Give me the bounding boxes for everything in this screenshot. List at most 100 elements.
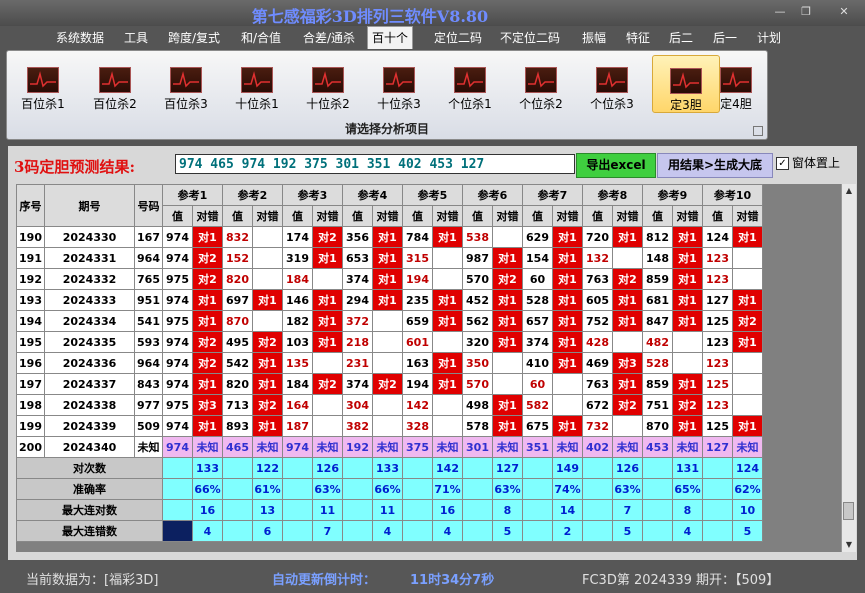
menu-item[interactable]: 百十个 xyxy=(367,26,414,49)
prediction-result-field[interactable]: 974 465 974 192 375 301 351 402 453 127 xyxy=(175,154,575,174)
table-row[interactable]: 195 2024335 593 974 对2 495 对2 103 对1 218 601 320 对1 3… xyxy=(16,331,763,353)
menu-item[interactable]: 后二 xyxy=(669,29,693,46)
table-row[interactable]: 197 2024337 843 974 对1 820 对1 184 对2 374 对2 194 对1 57… xyxy=(16,373,763,395)
col-header-ref[interactable]: 参考5 xyxy=(402,184,463,206)
col-header-ref[interactable]: 参考9 xyxy=(642,184,703,206)
ref-check: 对1 xyxy=(672,289,703,311)
stat-value: 6 xyxy=(252,520,283,542)
ref-value: 356 xyxy=(342,226,373,248)
ribbon-button[interactable]: 十位杀1 xyxy=(224,55,290,111)
col-header-ref[interactable]: 参考1 xyxy=(162,184,223,206)
ribbon-button-label: 百位杀2 xyxy=(93,97,137,111)
ref-value: 974 xyxy=(162,436,193,458)
col-header-ref[interactable]: 参考7 xyxy=(522,184,583,206)
ref-value: 675 xyxy=(522,415,553,437)
ref-check: 对1 xyxy=(552,268,583,290)
menu-item[interactable]: 后一 xyxy=(713,29,737,46)
ribbon-expand-icon[interactable] xyxy=(753,126,763,136)
maximize-button[interactable]: ❐ xyxy=(796,4,816,20)
ribbon-button[interactable]: 定4胆 xyxy=(712,55,760,111)
ribbon-button[interactable]: 百位杀3 xyxy=(153,55,219,111)
ribbon-button[interactable]: 个位杀1 xyxy=(437,55,503,111)
menu-item[interactable]: 计划 xyxy=(757,29,781,46)
menu-item[interactable]: 振幅 xyxy=(582,29,606,46)
table-row[interactable]: 199 2024339 509 974 对1 893 对1 187 382 328 578 对1 675… xyxy=(16,415,763,437)
menu-item[interactable]: 定位二码 xyxy=(434,29,482,46)
ribbon-button-label: 个位杀3 xyxy=(590,97,634,111)
stat-value: 65% xyxy=(672,478,703,500)
minimize-button[interactable]: — xyxy=(770,4,790,20)
ref-check: 对2 xyxy=(372,373,403,395)
ref-check xyxy=(252,226,283,248)
menu-item[interactable]: 工具 xyxy=(124,29,148,46)
table-row[interactable]: 193 2024333 951 974 对1 697 对1 146 对1 294 对1 235 对1 45… xyxy=(16,289,763,311)
ref-value: 732 xyxy=(582,415,613,437)
status-bar: 当前数据为：[福彩3D] 自动更新倒计时： 11时34分7秒 FC3D第 202… xyxy=(0,560,865,593)
ref-check: 对2 xyxy=(192,352,223,374)
ref-value: 482 xyxy=(642,331,673,353)
ribbon-button[interactable]: 百位杀2 xyxy=(82,55,148,111)
menu-item[interactable]: 系统数据 xyxy=(56,29,104,46)
menu-item[interactable]: 合差/通杀 xyxy=(303,29,355,46)
ref-value: 154 xyxy=(522,247,553,269)
ribbon-button[interactable]: 个位杀2 xyxy=(508,55,574,111)
scroll-thumb[interactable] xyxy=(843,502,854,520)
menu-item[interactable]: 跨度/复式 xyxy=(168,29,220,46)
col-header-period[interactable]: 期号 xyxy=(44,184,135,227)
ref-value: 125 xyxy=(702,310,733,332)
ribbon-button[interactable]: 个位杀3 xyxy=(579,55,645,111)
export-excel-button[interactable]: 导出excel xyxy=(576,153,656,178)
stat-spacer xyxy=(222,478,253,500)
subheader-value: 值 xyxy=(162,205,193,227)
ref-check: 对1 xyxy=(432,373,463,395)
ref-check xyxy=(432,247,463,269)
subheader-check: 对错 xyxy=(312,205,343,227)
ribbon-button[interactable]: 十位杀3 xyxy=(366,55,432,111)
ribbon-button[interactable]: 十位杀2 xyxy=(295,55,361,111)
ref-value: 672 xyxy=(582,394,613,416)
ribbon-button[interactable]: 定3胆 xyxy=(652,55,720,113)
col-header-seq[interactable]: 序号 xyxy=(16,184,45,227)
window-ontop-checkbox[interactable]: ✓ 窗体置上 xyxy=(776,154,840,171)
table-row[interactable]: 192 2024332 765 975 对2 820 184 374 对1 194 570 对2 60 对… xyxy=(16,268,763,290)
col-header-ref[interactable]: 参考6 xyxy=(462,184,523,206)
ontop-label: 窗体置上 xyxy=(792,156,841,170)
col-header-ref[interactable]: 参考2 xyxy=(222,184,283,206)
table-row[interactable]: 194 2024334 541 975 对1 870 182 对1 372 659 对1 562 对1 6… xyxy=(16,310,763,332)
ref-value: 184 xyxy=(282,268,313,290)
menu-item[interactable]: 和/合值 xyxy=(241,29,281,46)
prediction-row[interactable]: 200 2024340 未知 974 未知 465 未知 974 未知 192 未知 375 未知 301… xyxy=(16,436,763,458)
ref-value: 974 xyxy=(162,247,193,269)
ref-value: 294 xyxy=(342,289,373,311)
scroll-down-icon[interactable]: ▼ xyxy=(842,538,856,552)
col-header-ref[interactable]: 参考8 xyxy=(582,184,643,206)
menu-item[interactable]: 特征 xyxy=(626,29,650,46)
col-header-ref[interactable]: 参考3 xyxy=(282,184,343,206)
ribbon-button[interactable]: 百位杀1 xyxy=(10,55,76,111)
stat-value: 10 xyxy=(732,499,763,521)
scroll-up-icon[interactable]: ▲ xyxy=(842,184,856,198)
col-header-ref[interactable]: 参考10 xyxy=(702,184,763,206)
stat-value: 14 xyxy=(552,499,583,521)
table-row[interactable]: 196 2024336 964 974 对2 542 对1 135 231 163 对1 350 410… xyxy=(16,352,763,374)
col-header-ref[interactable]: 参考4 xyxy=(342,184,403,206)
ref-check: 对1 xyxy=(552,226,583,248)
table-row[interactable]: 198 2024338 977 975 对3 713 对2 164 304 142 498 对1 582… xyxy=(16,394,763,416)
ref-check: 未知 xyxy=(432,436,463,458)
ref-check: 未知 xyxy=(192,436,223,458)
close-button[interactable]: ✕ xyxy=(834,4,854,20)
generate-base-button[interactable]: 用结果>生成大底 xyxy=(657,153,773,178)
ribbon-button-label: 百位杀3 xyxy=(164,97,208,111)
row-seq: 195 xyxy=(16,331,45,353)
ref-check: 对1 xyxy=(732,289,763,311)
stat-label: 最大连错数 xyxy=(16,520,163,542)
menu-item[interactable]: 不定位二码 xyxy=(500,29,560,46)
col-header-number[interactable]: 号码 xyxy=(134,184,163,227)
row-number: 541 xyxy=(134,310,163,332)
stat-spacer xyxy=(582,520,613,542)
vertical-scrollbar[interactable]: ▲ ▼ xyxy=(841,184,856,552)
table-row[interactable]: 190 2024330 167 974 对1 832 174 对2 356 对1 784 对1 538 6… xyxy=(16,226,763,248)
table-row[interactable]: 191 2024331 964 974 对2 152 319 对1 653 对1 315 987 对1 1… xyxy=(16,247,763,269)
ref-value: 125 xyxy=(702,415,733,437)
ref-value: 987 xyxy=(462,247,493,269)
